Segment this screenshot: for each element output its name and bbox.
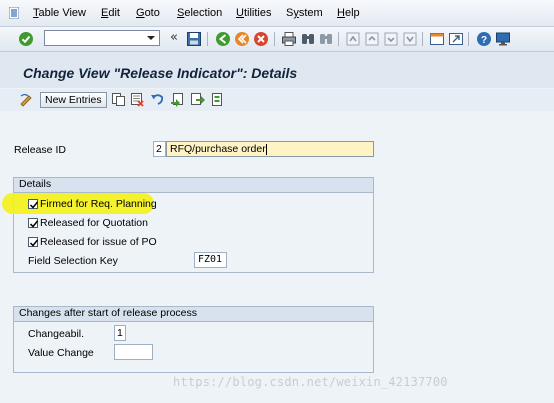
enter-icon[interactable] xyxy=(18,31,34,47)
menu-mnemonic: E xyxy=(101,7,109,19)
menu-bar: Table View Edit Goto Selection Utilities… xyxy=(0,0,554,27)
back-icon[interactable] xyxy=(215,31,231,47)
title-bar: Change View "Release Indicator": Details xyxy=(0,52,554,88)
toolbar-separator xyxy=(338,32,339,46)
customize-layout-icon[interactable] xyxy=(495,31,511,47)
menu-goto[interactable]: Goto xyxy=(136,7,160,19)
deselect-all-icon[interactable] xyxy=(209,92,224,107)
first-page-icon[interactable] xyxy=(345,31,361,47)
command-field[interactable] xyxy=(44,30,160,46)
released-for-issue-of-po-checkbox[interactable] xyxy=(28,237,39,247)
cancel-icon[interactable] xyxy=(253,31,269,47)
menu-system[interactable]: System xyxy=(286,7,323,19)
firmed-for-req-planning-label: Firmed for Req. Planning xyxy=(40,198,157,210)
menu-mnemonic: T xyxy=(33,7,39,19)
standard-toolbar: « ? xyxy=(0,27,554,52)
last-page-icon[interactable] xyxy=(402,31,418,47)
new-session-icon[interactable] xyxy=(429,31,445,47)
display-change-icon[interactable] xyxy=(19,92,34,107)
changes-group-title: Changes after start of release process xyxy=(14,307,373,322)
menu-help[interactable]: Help xyxy=(337,7,360,19)
changeabil-label: Changeabil. xyxy=(28,328,85,340)
menu-selection[interactable]: Selection xyxy=(177,7,222,19)
menu-table-view[interactable]: Table View xyxy=(33,7,86,19)
released-for-quotation-label: Released for Quotation xyxy=(40,217,148,229)
menu-mnemonic: U xyxy=(236,7,244,19)
find-icon[interactable] xyxy=(300,31,316,47)
svg-text:?: ? xyxy=(481,35,487,46)
menu-mnemonic: S xyxy=(177,7,185,19)
chevron-down-icon[interactable] xyxy=(145,32,157,44)
release-id-label: Release ID xyxy=(14,144,66,156)
new-entries-button[interactable]: New Entries xyxy=(40,92,107,108)
field-selection-key-label: Field Selection Key xyxy=(28,255,118,267)
toolbar-separator xyxy=(468,32,469,46)
toolbar-separator xyxy=(274,32,275,46)
page-title: Change View "Release Indicator": Details xyxy=(23,65,298,81)
release-id-description-value: RFQ/purchase order xyxy=(170,143,266,155)
field-selection-key-field[interactable]: FZ01 xyxy=(194,252,227,268)
changeabil-field[interactable]: 1 xyxy=(114,325,126,341)
copy-icon[interactable] xyxy=(111,92,126,107)
release-id-field[interactable]: 2 xyxy=(153,141,166,157)
help-icon[interactable]: ? xyxy=(476,31,492,47)
value-change-field[interactable] xyxy=(114,344,153,360)
application-toolbar: New Entries xyxy=(0,89,554,111)
find-next-icon[interactable] xyxy=(318,31,334,47)
print-icon[interactable] xyxy=(281,31,297,47)
collapse-command-field-icon[interactable]: « xyxy=(170,31,178,45)
exit-icon[interactable] xyxy=(234,31,250,47)
text-cursor xyxy=(265,143,267,155)
release-id-description-field[interactable]: RFQ/purchase order xyxy=(166,141,374,157)
next-page-icon[interactable] xyxy=(383,31,399,47)
shortcut-icon[interactable] xyxy=(448,31,464,47)
details-group-title: Details xyxy=(14,178,373,193)
menu-edit[interactable]: Edit xyxy=(101,7,120,19)
released-for-issue-of-po-label: Released for issue of PO xyxy=(40,236,157,248)
delete-icon[interactable] xyxy=(130,92,145,107)
toolbar-separator xyxy=(422,32,423,46)
menu-mnemonic: G xyxy=(136,7,145,19)
menu-icon[interactable] xyxy=(9,7,19,19)
value-change-label: Value Change xyxy=(28,347,94,359)
undo-change-icon[interactable] xyxy=(150,92,165,107)
previous-page-icon[interactable] xyxy=(364,31,380,47)
save-icon[interactable] xyxy=(186,31,202,47)
toolbar-separator xyxy=(207,32,208,46)
menu-mnemonic: y xyxy=(293,7,299,19)
menu-utilities[interactable]: Utilities xyxy=(236,7,271,19)
select-all-icon[interactable] xyxy=(170,92,185,107)
menu-mnemonic: H xyxy=(337,7,345,19)
watermark: https://blog.csdn.net/weixin_42137700 xyxy=(173,375,448,389)
firmed-for-req-planning-checkbox[interactable] xyxy=(28,199,39,209)
released-for-quotation-checkbox[interactable] xyxy=(28,218,39,228)
select-block-icon[interactable] xyxy=(190,92,205,107)
